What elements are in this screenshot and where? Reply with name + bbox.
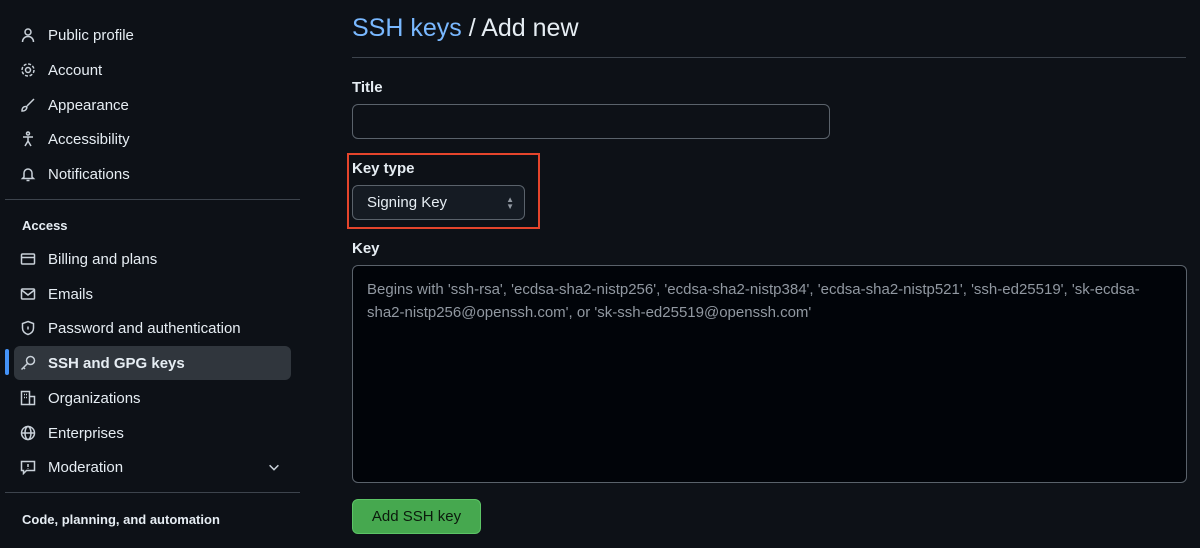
sidebar-item-enterprises[interactable]: Enterprises [14, 416, 291, 450]
globe-icon [20, 425, 36, 441]
sidebar-item-label: Accessibility [48, 130, 130, 148]
sidebar-item-billing[interactable]: Billing and plans [14, 242, 291, 276]
sidebar-item-ssh-gpg-keys[interactable]: SSH and GPG keys [14, 346, 291, 380]
sidebar-item-moderation[interactable]: Moderation [14, 450, 291, 484]
ssh-keys-link[interactable]: SSH keys [352, 14, 462, 42]
sidebar-item-password[interactable]: Password and authentication [14, 311, 291, 345]
key-placeholder: Begins with 'ssh-rsa', 'ecdsa-sha2-nistp… [367, 281, 1140, 321]
key-type-value: Signing Key [367, 194, 448, 211]
bell-icon [20, 166, 36, 182]
select-arrows-icon: ▲ ▼ [506, 195, 514, 211]
key-label: Key [352, 240, 380, 257]
sidebar-item-label: SSH and GPG keys [48, 354, 185, 372]
sidebar-item-label: Organizations [48, 389, 141, 407]
sidebar-item-public-profile[interactable]: Public profile [14, 18, 291, 52]
credit-card-icon [20, 251, 36, 267]
divider [5, 492, 300, 493]
divider [5, 199, 300, 200]
gear-icon [20, 62, 36, 78]
title-label: Title [352, 79, 383, 96]
title-input[interactable] [352, 104, 830, 139]
sidebar-item-label: Emails [48, 285, 94, 303]
page-title-text: / Add new [461, 14, 579, 42]
section-heading-access: Access [22, 218, 68, 233]
sidebar-item-label: Password and authentication [48, 319, 241, 337]
key-type-label: Key type [352, 160, 415, 177]
sidebar-item-label: Account [48, 61, 103, 79]
key-type-select[interactable]: Signing Key ▲ ▼ [352, 185, 525, 220]
paintbrush-icon [20, 97, 36, 113]
section-heading-code: Code, planning, and automation [22, 512, 220, 527]
add-ssh-key-button[interactable]: Add SSH key [352, 499, 481, 534]
settings-sidebar: Public profile Account Appearance Access… [0, 0, 310, 548]
active-indicator [5, 349, 9, 375]
sidebar-item-label: Moderation [48, 458, 124, 476]
chevron-down-icon[interactable] [267, 460, 281, 474]
sidebar-item-emails[interactable]: Emails [14, 277, 291, 311]
sidebar-item-label: Notifications [48, 165, 130, 183]
accessibility-icon [20, 131, 36, 147]
shield-lock-icon [20, 320, 36, 336]
divider [352, 57, 1186, 58]
sidebar-item-organizations[interactable]: Organizations [14, 381, 291, 415]
sidebar-item-account[interactable]: Account [14, 53, 291, 87]
sidebar-item-accessibility[interactable]: Accessibility [14, 122, 291, 156]
sidebar-item-label: Public profile [48, 26, 134, 44]
sidebar-item-label: Enterprises [48, 424, 124, 442]
sidebar-item-label: Billing and plans [48, 250, 158, 268]
sidebar-item-label: Appearance [48, 96, 129, 114]
page-title: SSH keys / Add new [352, 14, 579, 43]
key-textarea[interactable]: Begins with 'ssh-rsa', 'ecdsa-sha2-nistp… [352, 265, 1187, 483]
key-icon [20, 355, 36, 371]
person-icon [20, 27, 36, 43]
organization-icon [20, 390, 36, 406]
sidebar-item-appearance[interactable]: Appearance [14, 88, 291, 122]
report-icon [20, 459, 36, 475]
sidebar-item-notifications[interactable]: Notifications [14, 157, 291, 191]
mail-icon [20, 286, 36, 302]
